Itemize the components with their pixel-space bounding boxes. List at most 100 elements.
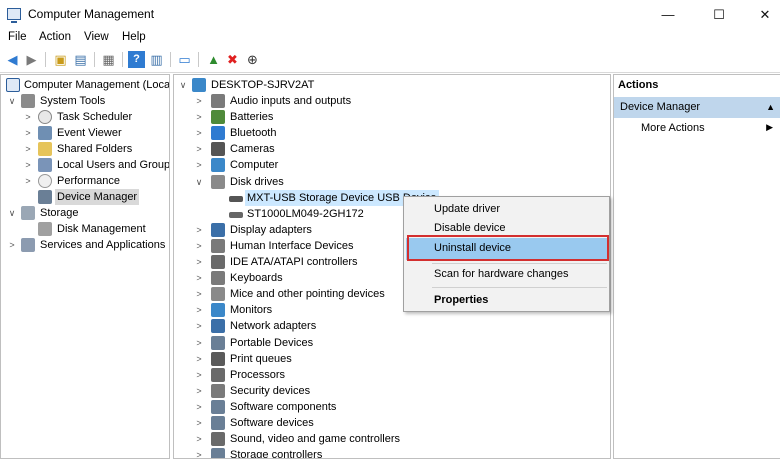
hid-icon xyxy=(211,238,225,253)
chevron-right-icon[interactable]: > xyxy=(194,367,204,383)
device-label: Cameras xyxy=(230,143,275,156)
console-tree-pane: Computer Management (Local ∨ System Tool… xyxy=(0,74,170,459)
device-label: Processors xyxy=(230,368,286,381)
collapse-up-icon[interactable]: ▲ xyxy=(766,102,775,112)
chevron-right-icon[interactable]: > xyxy=(194,93,204,109)
software-device-icon xyxy=(211,416,225,430)
monitor-icon xyxy=(211,303,225,318)
chevron-right-icon[interactable]: > xyxy=(194,286,204,302)
chevron-right-icon[interactable]: > xyxy=(194,270,204,286)
device-label: Mice and other pointing devices xyxy=(230,288,385,301)
minimize-button[interactable]: — xyxy=(645,0,691,29)
scan-hardware-menu-item[interactable]: Scan for hardware changes xyxy=(434,268,569,280)
security-icon xyxy=(211,383,225,398)
chevron-down-icon[interactable]: ∨ xyxy=(194,174,204,190)
chevron-down-icon[interactable]: ∨ xyxy=(7,205,17,221)
computer-icon xyxy=(192,78,206,92)
window-title: Computer Management xyxy=(28,7,155,21)
toolbar-separator xyxy=(94,52,95,67)
chevron-right-icon[interactable]: > xyxy=(23,125,33,141)
properties-menu-item[interactable]: Properties xyxy=(434,294,488,306)
chevron-right-icon[interactable]: > xyxy=(194,383,204,399)
device-label: Bluetooth xyxy=(230,127,277,140)
camera-icon xyxy=(211,142,225,157)
storage-controller-icon xyxy=(211,448,225,458)
menu-help[interactable]: Help xyxy=(122,31,146,43)
device-label: Human Interface Devices xyxy=(230,239,354,252)
device-manager-icon xyxy=(38,190,52,204)
disk-drive-icon xyxy=(211,174,225,189)
device-label: Portable Devices xyxy=(230,336,314,349)
chevron-right-icon[interactable]: ▶ xyxy=(766,122,773,133)
keyboard-icon xyxy=(211,271,225,286)
display-adapter-icon xyxy=(211,222,225,237)
software-component-icon xyxy=(211,399,225,414)
close-button[interactable]: ✕ xyxy=(742,0,780,29)
computer-management-icon xyxy=(7,8,21,23)
menu-file[interactable]: File xyxy=(8,31,27,43)
device-label: IDE ATA/ATAPI controllers xyxy=(230,256,358,268)
menu-separator xyxy=(432,287,607,288)
chevron-right-icon[interactable]: > xyxy=(194,222,204,238)
menu-view[interactable]: View xyxy=(84,31,109,43)
forward-arrow-icon[interactable]: ▶ xyxy=(23,51,40,68)
chevron-right-icon[interactable]: > xyxy=(194,125,204,141)
chevron-right-icon[interactable]: > xyxy=(194,238,204,254)
chevron-right-icon[interactable]: > xyxy=(194,351,204,367)
chevron-down-icon[interactable]: ∨ xyxy=(7,93,17,109)
device-label: Audio inputs and outputs xyxy=(230,95,352,107)
menu-action[interactable]: Action xyxy=(39,31,71,43)
users-icon xyxy=(38,158,52,172)
shared-folder-icon xyxy=(38,142,52,156)
device-label: Print queues xyxy=(230,352,292,365)
help-icon[interactable]: ? xyxy=(128,51,145,68)
monitor-icon[interactable]: ▭ xyxy=(176,51,193,68)
update-driver-icon[interactable]: ▲ xyxy=(205,51,222,68)
more-actions-link[interactable]: More Actions xyxy=(641,122,705,134)
properties-icon[interactable]: ▦ xyxy=(100,51,117,68)
chevron-right-icon[interactable]: > xyxy=(194,415,204,431)
chevron-right-icon[interactable]: > xyxy=(194,157,204,173)
chevron-right-icon[interactable]: > xyxy=(23,157,33,173)
actions-header: Actions xyxy=(618,79,659,91)
actions-device-manager-section[interactable]: Device Manager ▲ xyxy=(614,97,780,118)
back-arrow-icon[interactable]: ◀ xyxy=(4,51,21,68)
chevron-right-icon[interactable]: > xyxy=(194,141,204,157)
chevron-right-icon[interactable]: > xyxy=(194,302,204,318)
up-folder-icon[interactable]: ▣ xyxy=(52,51,69,68)
update-driver-menu-item[interactable]: Update driver xyxy=(434,203,500,215)
show-hide-tree-icon[interactable]: ▤ xyxy=(72,51,89,68)
chevron-right-icon[interactable]: > xyxy=(194,318,204,334)
chevron-right-icon[interactable]: > xyxy=(194,399,204,415)
chevron-down-icon[interactable]: ∨ xyxy=(178,77,188,93)
device-label: Security devices xyxy=(230,384,311,397)
download-icon[interactable]: ⊕ xyxy=(244,51,261,68)
device-label: ST1000LM049-2GH172 xyxy=(247,207,364,220)
toolbar: ◀ ▶ ▣ ▤ ▦ ? ▥ ▭ ▲ ✖ ⊕ xyxy=(0,47,780,73)
toolbar-separator xyxy=(45,52,46,67)
chevron-right-icon[interactable]: > xyxy=(194,335,204,351)
battery-icon xyxy=(211,110,225,125)
chevron-right-icon[interactable]: > xyxy=(194,254,204,270)
network-icon xyxy=(211,319,225,334)
device-label: Display adapters xyxy=(230,223,312,236)
chevron-right-icon[interactable]: > xyxy=(23,141,33,157)
disable-device-menu-item[interactable]: Disable device xyxy=(434,222,506,234)
audio-icon xyxy=(211,94,225,108)
device-label: Monitors xyxy=(230,304,273,317)
chevron-right-icon[interactable]: > xyxy=(194,109,204,125)
chevron-right-icon[interactable]: > xyxy=(194,447,204,458)
toolbox-icon xyxy=(21,94,35,108)
sound-icon xyxy=(211,432,225,447)
computer-icon xyxy=(211,158,225,173)
chevron-right-icon[interactable]: > xyxy=(7,237,17,253)
chevron-right-icon[interactable]: > xyxy=(194,431,204,447)
chevron-right-icon[interactable]: > xyxy=(23,173,33,189)
uninstall-x-icon[interactable]: ✖ xyxy=(224,51,241,68)
maximize-button[interactable]: ☐ xyxy=(696,0,742,29)
actions-pane: Actions Device Manager ▲ More Actions ▶ xyxy=(613,74,780,459)
help-topics-icon[interactable]: ▥ xyxy=(148,51,165,68)
toolbar-separator xyxy=(170,52,171,67)
chevron-right-icon[interactable]: > xyxy=(23,109,33,125)
device-label: Storage controllers xyxy=(230,449,323,459)
